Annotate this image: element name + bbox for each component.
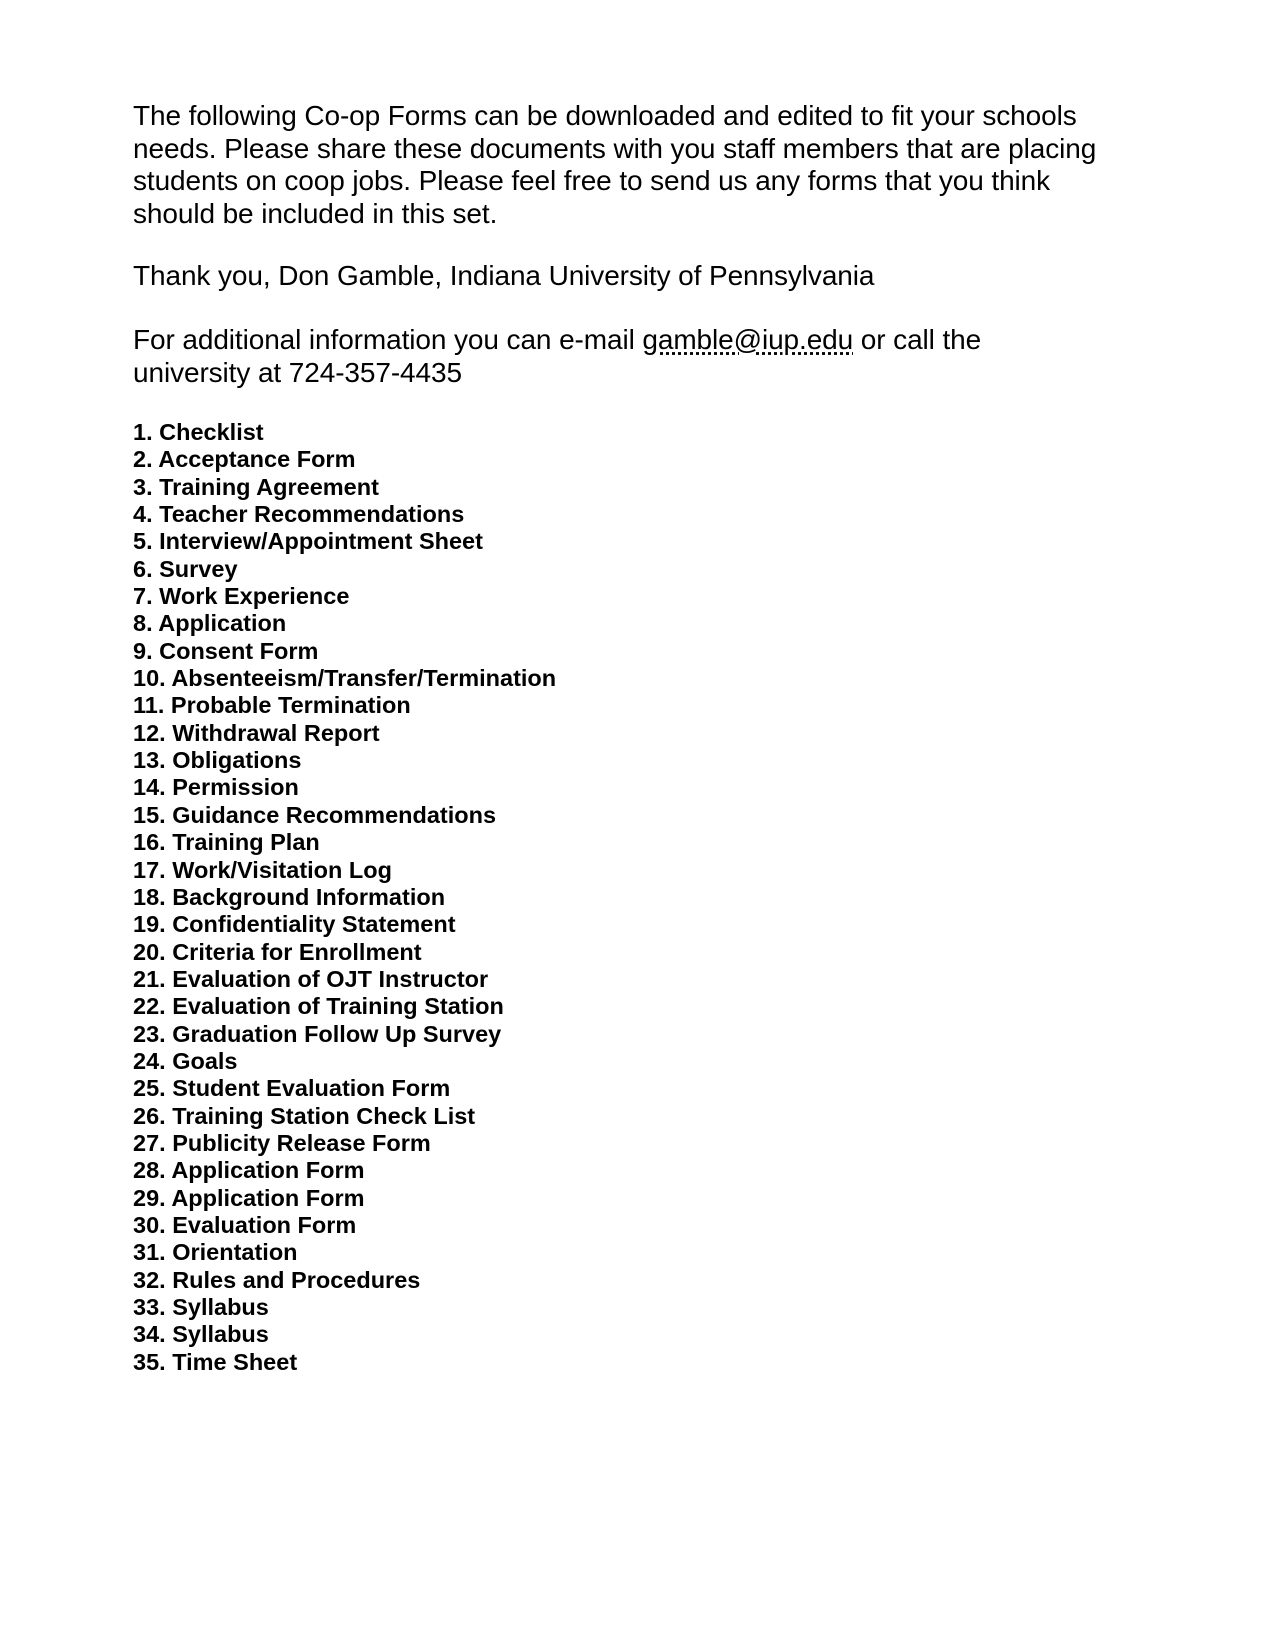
email-link[interactable]: gamble@iup.edu <box>642 324 853 355</box>
form-list-item: 17. Work/Visitation Log <box>133 856 392 883</box>
form-list-item: 28. Application Form <box>133 1157 365 1184</box>
form-list-item: 22. Evaluation of Training Station <box>133 993 504 1020</box>
form-list-item: 14. Permission <box>133 774 299 801</box>
form-list-item: 26. Training Station Check List <box>133 1102 476 1129</box>
form-list-item: 25. Student Evaluation Form <box>133 1075 451 1102</box>
form-list-item: 7. Work Experience <box>133 583 350 610</box>
form-list-item: 33. Syllabus <box>133 1294 269 1320</box>
form-list-item: 18. Background Information <box>133 883 446 910</box>
intro-paragraph: The following Co-op Forms can be downloa… <box>133 100 1097 229</box>
form-list-item: 15. Guidance Recommendations <box>133 801 497 828</box>
form-list-item: 32. Rules and Procedures <box>133 1266 421 1293</box>
form-list-item: 16. Training Plan <box>133 829 320 856</box>
form-list-item: 23. Graduation Follow Up Survey <box>133 1020 502 1047</box>
form-list-item: 9. Consent Form <box>133 637 319 664</box>
form-list-item: 19. Confidentiality Statement <box>133 911 456 938</box>
form-list-item: 3. Training Agreement <box>133 473 379 500</box>
form-list-item: 11. Probable Termination <box>133 692 411 719</box>
form-list-item: 21. Evaluation of OJT Instructor <box>133 965 489 992</box>
form-list-item: 10. Absenteeism/Transfer/Termination <box>133 665 557 692</box>
form-list-item: 12. Withdrawal Report <box>133 719 380 746</box>
form-list-item: 8. Application <box>133 610 287 637</box>
form-list-item: 6. Survey <box>133 555 238 582</box>
form-list-item: 4. Teacher Recommendations <box>133 501 465 528</box>
form-list-item: 35. Time Sheet <box>133 1348 298 1375</box>
contact-paragraph: For additional information you can e-mai… <box>133 324 1033 389</box>
form-list-item: 30. Evaluation Form <box>133 1211 357 1238</box>
form-list-item: 2. Acceptance Form <box>133 446 356 473</box>
thanks-paragraph: Thank you, Don Gamble, Indiana Universit… <box>133 260 875 291</box>
form-list-item: 13. Obligations <box>133 747 302 774</box>
form-list-item: 29. Application Form <box>133 1184 365 1211</box>
form-list-item: 20. Criteria for Enrollment <box>133 938 422 965</box>
form-list-item: 24. Goals <box>133 1047 238 1074</box>
form-list-item: 31. Orientation <box>133 1239 298 1266</box>
forms-list: 1. Checklist 2. Acceptance Form 3. Trainin… <box>133 419 556 1376</box>
form-list-item: 5. Interview/Appointment Sheet <box>133 528 483 555</box>
form-list-item: 34. Syllabus <box>133 1321 269 1348</box>
form-list-item: 1. Checklist <box>133 419 264 445</box>
form-list-item: 27. Publicity Release Form <box>133 1129 431 1156</box>
contact-prefix: For additional information you can e-mai… <box>133 324 643 355</box>
